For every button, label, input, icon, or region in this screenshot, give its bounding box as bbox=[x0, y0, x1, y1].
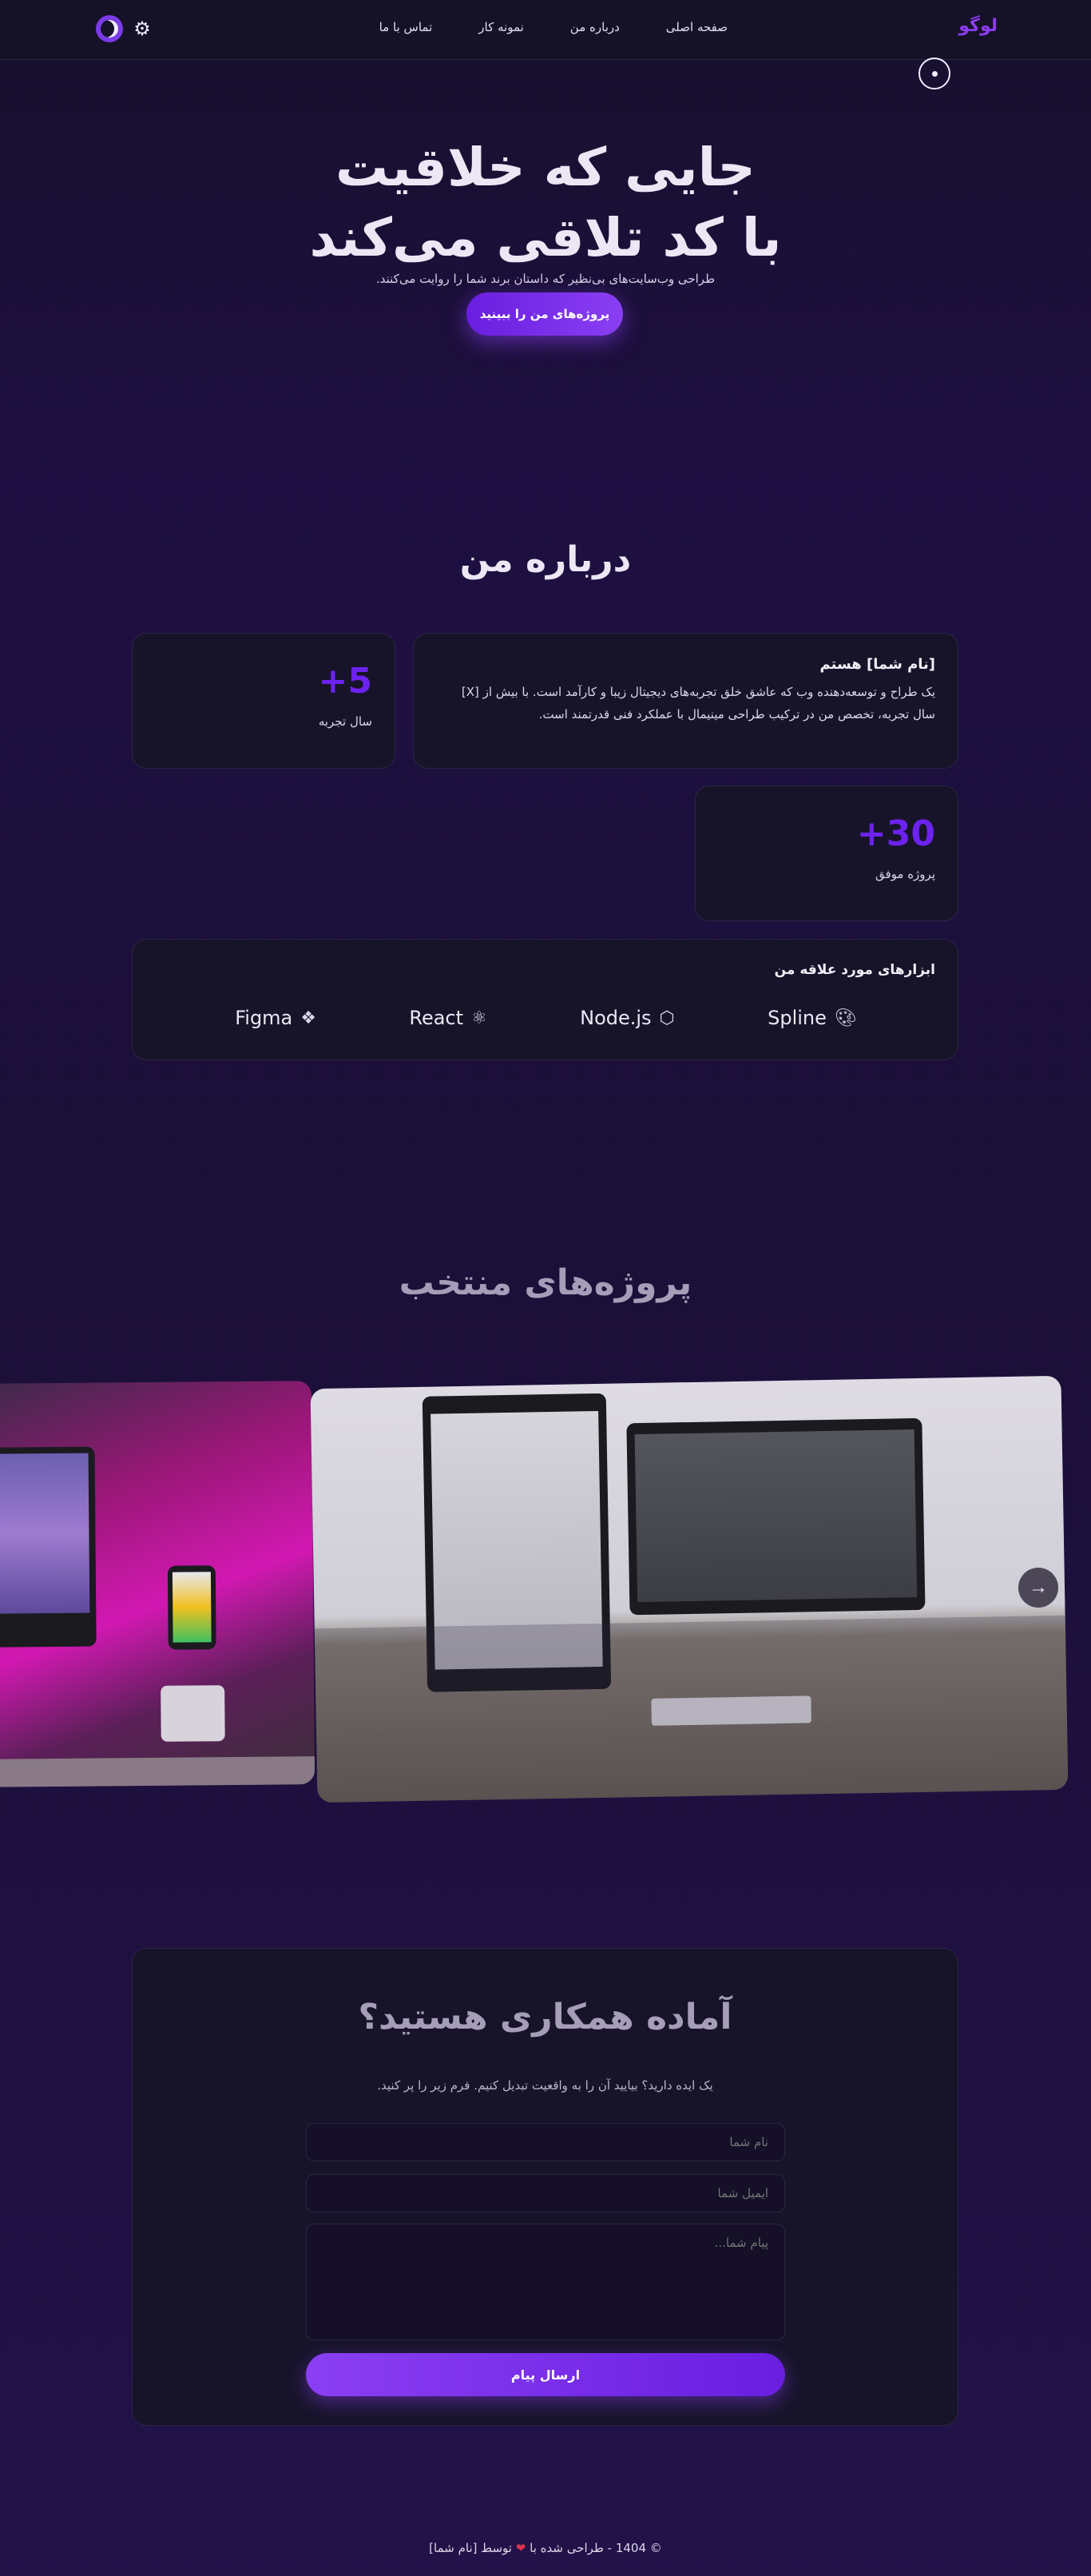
nav-link-about[interactable]: درباره من bbox=[570, 20, 620, 34]
palette-icon: 🎨︎ bbox=[834, 1008, 857, 1028]
project-image-screen bbox=[0, 1453, 90, 1614]
stat-value: +30 bbox=[856, 813, 935, 854]
tool-name: Node.js bbox=[580, 1007, 652, 1029]
project-card[interactable] bbox=[0, 1381, 315, 1787]
about-description: یک طراح و توسعه‌دهنده وب که عاشق خلق تجر… bbox=[461, 685, 935, 722]
nav-link-contact[interactable]: تماس با ما bbox=[379, 20, 433, 34]
stat-label: سال تجربه bbox=[318, 714, 372, 729]
nav-link-portfolio[interactable]: نمونه کار bbox=[478, 20, 524, 34]
send-message-button[interactable]: ارسال پیام bbox=[306, 2353, 785, 2396]
contact-card: آماده همکاری هستید؟ یک ایده دارید؟ بیایی… bbox=[132, 1948, 958, 2426]
email-input[interactable] bbox=[306, 2174, 785, 2212]
sun-icon[interactable]: ⚙ bbox=[131, 18, 153, 40]
view-projects-button[interactable]: پروژه‌های من را ببینید bbox=[466, 292, 623, 336]
message-textarea[interactable] bbox=[306, 2224, 785, 2340]
projects-title: پروژه‌های منتخب bbox=[399, 1262, 692, 1303]
project-image-monitor-2 bbox=[626, 1417, 926, 1616]
tools-card: ابزارهای مورد علاقه من Spline 🎨︎ Node.js… bbox=[132, 939, 958, 1060]
tools-title: ابزارهای مورد علاقه من bbox=[774, 962, 935, 978]
stat-label: پروژه موفق bbox=[875, 867, 935, 881]
logo[interactable]: لوگو bbox=[958, 16, 998, 36]
tool-nodejs: Node.js ⬡ bbox=[580, 1007, 675, 1029]
hero-subtitle: طراحی وب‌سایت‌های بی‌نظیر که داستان برند… bbox=[375, 272, 716, 286]
name-input[interactable] bbox=[306, 2123, 785, 2161]
project-image-phone bbox=[167, 1565, 216, 1650]
stat-value: +5 bbox=[318, 661, 372, 702]
tool-name: Figma bbox=[235, 1007, 293, 1029]
tool-name: React bbox=[409, 1007, 464, 1029]
project-image-monitor bbox=[0, 1446, 97, 1648]
hero-title-line2: با کد تلاقی می‌کند bbox=[309, 207, 782, 268]
arrow-right-icon: → bbox=[1029, 1576, 1048, 1598]
contact-subtitle: یک ایده دارید؟ بیایید آن را به واقعیت تب… bbox=[377, 2078, 713, 2093]
carousel-next-button[interactable]: → bbox=[1018, 1568, 1058, 1608]
hero-title-line1: جایی که خلاقیت bbox=[335, 137, 756, 198]
navbar: لوگو صفحه اصلی درباره من نمونه کار تماس … bbox=[0, 0, 1091, 60]
project-image-desk bbox=[0, 1756, 315, 1787]
project-image-screen-2 bbox=[634, 1429, 918, 1603]
contact-title: آماده همکاری هستید؟ bbox=[358, 1997, 732, 2037]
tools-list: Spline 🎨︎ Node.js ⬡ React ⚛ Figma ❖ bbox=[133, 1007, 959, 1029]
about-card: [نام شما] هستم یک طراح و توسعه‌دهنده وب … bbox=[413, 633, 958, 769]
about-title: درباره من bbox=[459, 539, 632, 580]
tool-figma: Figma ❖ bbox=[235, 1007, 316, 1029]
project-image-phone-screen bbox=[172, 1572, 212, 1643]
footer: © 1404 - طراحی شده با ❤ توسط [نام شما] bbox=[0, 2541, 1091, 2555]
react-icon: ⚛ bbox=[471, 1008, 487, 1028]
figma-icon: ❖ bbox=[300, 1008, 316, 1028]
tool-react: React ⚛ bbox=[409, 1007, 486, 1029]
tool-spline: Spline 🎨︎ bbox=[768, 1007, 857, 1029]
nodejs-icon: ⬡ bbox=[659, 1008, 675, 1028]
project-image-mug bbox=[161, 1685, 225, 1742]
footer-prefix: © 1404 - طراحی شده با bbox=[530, 2541, 662, 2555]
nav-links: صفحه اصلی درباره من نمونه کار تماس با ما bbox=[379, 20, 728, 34]
moon-icon[interactable] bbox=[96, 15, 123, 42]
theme-toggle[interactable]: ⚙ bbox=[96, 15, 153, 42]
about-name: [نام شما] هستم bbox=[819, 656, 935, 673]
custom-cursor-icon bbox=[918, 58, 950, 89]
footer-suffix: توسط [نام شما] bbox=[429, 2541, 512, 2555]
tool-name: Spline bbox=[768, 1007, 827, 1029]
stat-card-projects: +30 پروژه موفق bbox=[695, 785, 958, 921]
project-card[interactable] bbox=[310, 1375, 1069, 1803]
stat-card-experience: +5 سال تجربه bbox=[132, 633, 395, 769]
nav-link-home[interactable]: صفحه اصلی bbox=[666, 20, 728, 34]
project-image-overlay bbox=[314, 1615, 1069, 1803]
hero-title: جایی که خلاقیت با کد تلاقی می‌کند bbox=[0, 133, 1091, 273]
heart-icon: ❤ bbox=[515, 2541, 526, 2555]
